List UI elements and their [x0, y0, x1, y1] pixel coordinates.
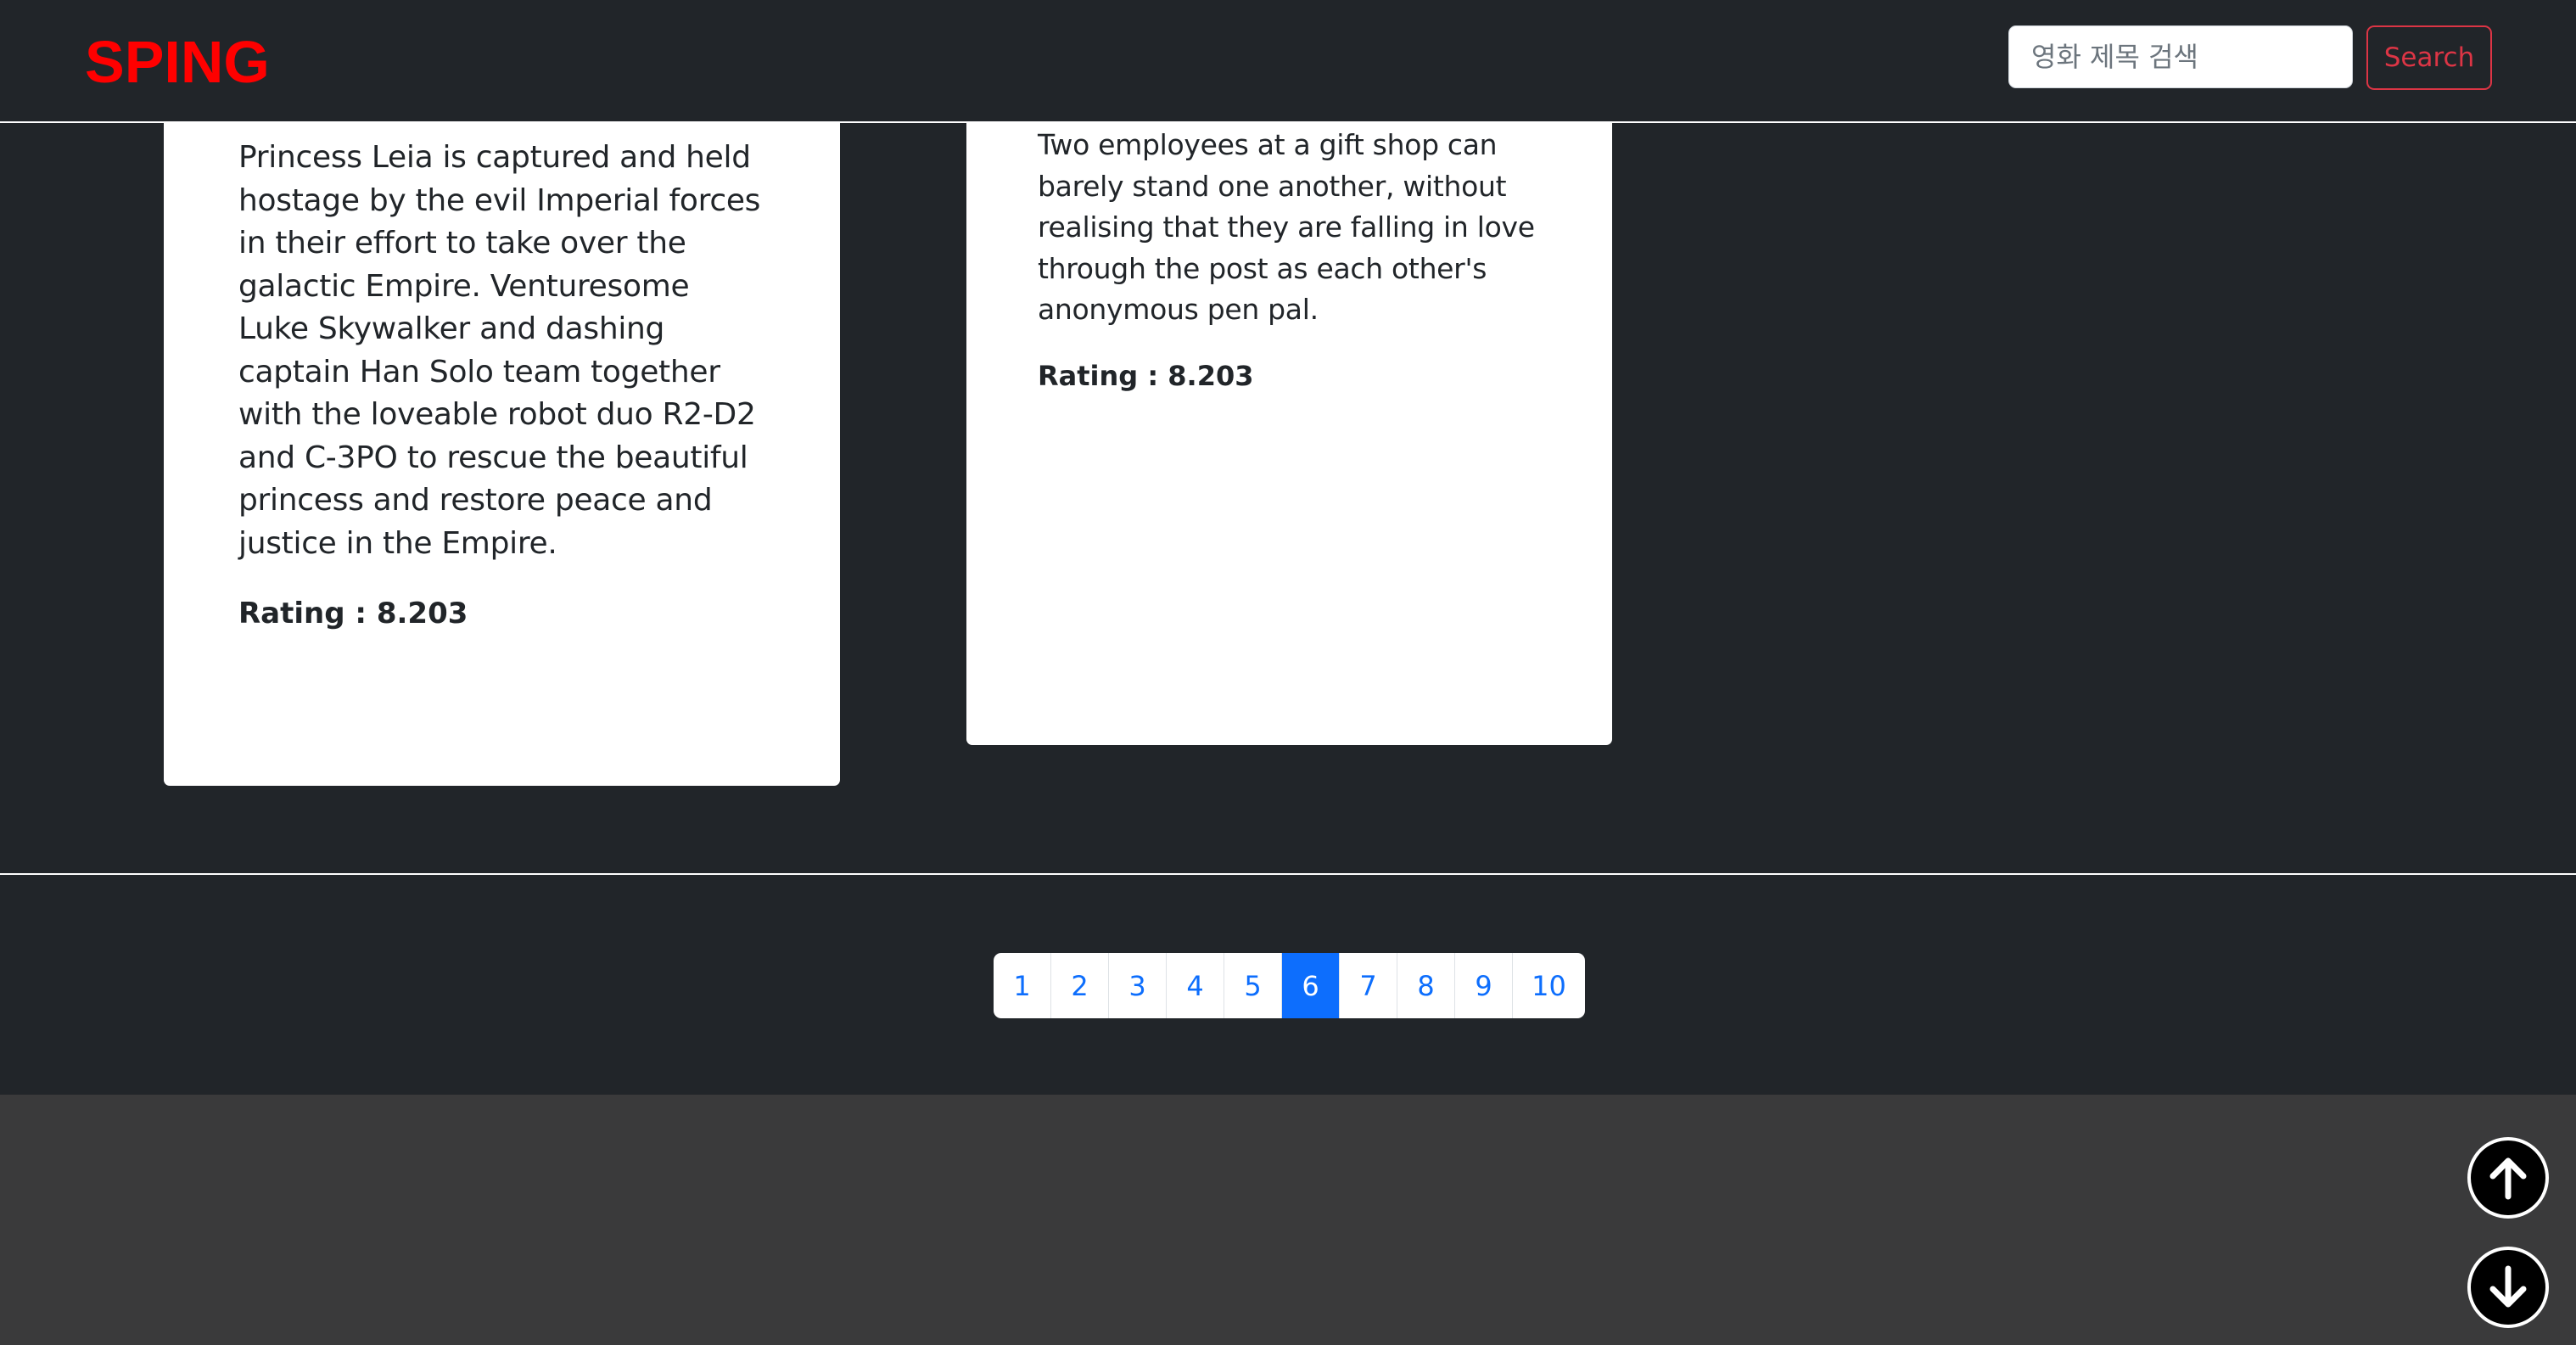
movie-card[interactable]: Princess Leia is captured and held hosta…: [164, 115, 840, 786]
movie-overview: Two employees at a gift shop can barely …: [1038, 128, 1535, 326]
page-link-10[interactable]: 10: [1513, 953, 1585, 1018]
search-button[interactable]: Search: [2366, 25, 2492, 90]
arrow-up-icon: [2489, 1157, 2527, 1200]
brand-logo[interactable]: SPING: [85, 25, 270, 98]
pagination: 1 2 3 4 5 6 7 8 9 10: [994, 953, 1585, 1018]
search-input[interactable]: [2008, 25, 2353, 88]
page-link-8[interactable]: 8: [1397, 953, 1455, 1018]
movie-overview: Princess Leia is captured and held hosta…: [238, 140, 761, 561]
scroll-bottom-button[interactable]: [2467, 1247, 2549, 1328]
movie-list: Princess Leia is captured and held hosta…: [0, 115, 2576, 875]
movie-rating: Rating : 8.203: [1038, 359, 1254, 392]
movie-card[interactable]: Two employees at a gift shop can barely …: [966, 115, 1612, 745]
movie-rating: Rating : 8.203: [238, 597, 468, 630]
page-link-5[interactable]: 5: [1224, 953, 1282, 1018]
page-link-9[interactable]: 9: [1455, 953, 1513, 1018]
page-link-4[interactable]: 4: [1167, 953, 1224, 1018]
arrow-down-icon: [2489, 1265, 2527, 1308]
page-link-2[interactable]: 2: [1051, 953, 1109, 1018]
scroll-top-button[interactable]: [2467, 1137, 2549, 1219]
page-link-3[interactable]: 3: [1109, 953, 1167, 1018]
page-link-6[interactable]: 6: [1282, 953, 1340, 1018]
navbar: SPING Search: [0, 0, 2576, 123]
page-link-1[interactable]: 1: [994, 953, 1051, 1018]
page-link-7[interactable]: 7: [1340, 953, 1397, 1018]
pagination-area: 1 2 3 4 5 6 7 8 9 10: [0, 875, 2576, 1095]
